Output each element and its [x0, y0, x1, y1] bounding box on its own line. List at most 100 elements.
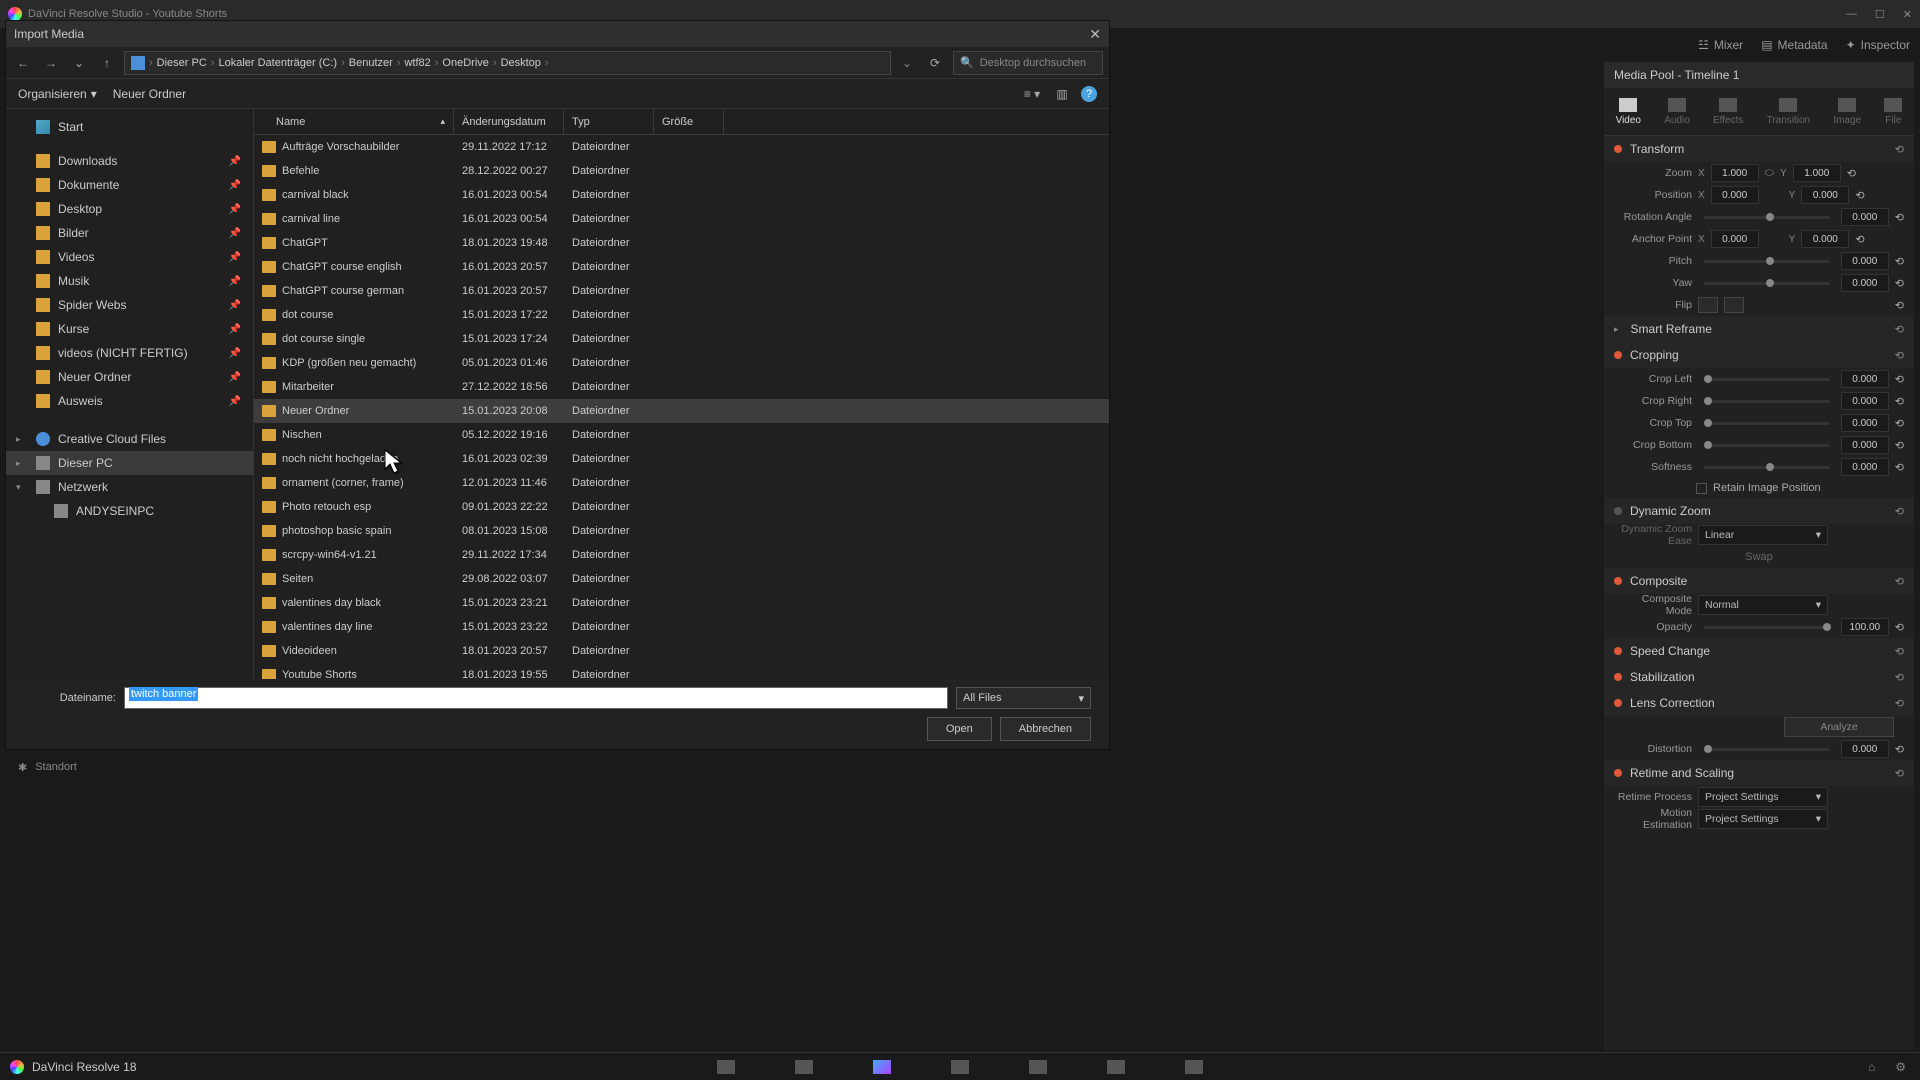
table-row[interactable]: valentines day black15.01.2023 23:21Date…: [254, 591, 1109, 615]
opacity-field[interactable]: 100.00: [1841, 618, 1889, 636]
home-icon[interactable]: ⌂: [1868, 1060, 1875, 1074]
sidebar-item[interactable]: Ausweis📌: [6, 389, 253, 413]
section-speed-change[interactable]: Speed Change⟲: [1604, 638, 1914, 664]
reset-icon[interactable]: ⟲: [1895, 645, 1904, 658]
filename-input[interactable]: twitch banner: [124, 687, 948, 709]
edit-page-icon[interactable]: [873, 1060, 891, 1074]
anchor-y-field[interactable]: 0.000: [1801, 230, 1849, 248]
sidebar-creative-cloud[interactable]: ▸Creative Cloud Files: [6, 427, 253, 451]
sidebar-item[interactable]: Downloads📌: [6, 149, 253, 173]
reset-icon[interactable]: ⟲: [1895, 211, 1904, 224]
crop-right-field[interactable]: 0.000: [1841, 392, 1889, 410]
preview-pane-button[interactable]: ▥: [1051, 83, 1073, 105]
flip-v-button[interactable]: [1724, 297, 1744, 313]
softness-slider[interactable]: [1704, 466, 1829, 469]
sidebar-network[interactable]: ▾Netzwerk: [6, 475, 253, 499]
tab-transition[interactable]: Transition: [1767, 98, 1811, 126]
filetype-filter[interactable]: All Files▾: [956, 687, 1091, 709]
section-cropping[interactable]: Cropping⟲: [1604, 342, 1914, 368]
sidebar-item[interactable]: Musik📌: [6, 269, 253, 293]
forward-button[interactable]: →: [40, 52, 62, 74]
file-list[interactable]: Aufträge Vorschaubilder29.11.2022 17:12D…: [254, 135, 1109, 679]
pitch-field[interactable]: 0.000: [1841, 252, 1889, 270]
table-row[interactable]: carnival line16.01.2023 00:54Dateiordner: [254, 207, 1109, 231]
reset-icon[interactable]: ⟲: [1895, 621, 1904, 634]
table-row[interactable]: dot course15.01.2023 17:22Dateiordner: [254, 303, 1109, 327]
tab-effects[interactable]: Effects: [1713, 98, 1743, 126]
crop-bottom-slider[interactable]: [1704, 444, 1829, 447]
close-icon[interactable]: ✕: [1089, 26, 1101, 43]
table-row[interactable]: Aufträge Vorschaubilder29.11.2022 17:12D…: [254, 135, 1109, 159]
help-icon[interactable]: ?: [1081, 86, 1097, 102]
sidebar-start[interactable]: Start: [6, 115, 253, 139]
table-row[interactable]: ChatGPT course english16.01.2023 20:57Da…: [254, 255, 1109, 279]
section-composite[interactable]: Composite⟲: [1604, 568, 1914, 594]
standort-item[interactable]: ✱ Standort: [10, 755, 85, 779]
reset-icon[interactable]: ⟲: [1895, 255, 1904, 268]
anchor-x-field[interactable]: 0.000: [1711, 230, 1759, 248]
yaw-field[interactable]: 0.000: [1841, 274, 1889, 292]
sidebar-item[interactable]: videos (NICHT FERTIG)📌: [6, 341, 253, 365]
softness-field[interactable]: 0.000: [1841, 458, 1889, 476]
sidebar-item[interactable]: Bilder📌: [6, 221, 253, 245]
retime-process-dropdown[interactable]: Project Settings▾: [1698, 787, 1828, 807]
table-row[interactable]: Nischen05.12.2022 19:16Dateiordner: [254, 423, 1109, 447]
sidebar-item[interactable]: Desktop📌: [6, 197, 253, 221]
crop-left-field[interactable]: 0.000: [1841, 370, 1889, 388]
col-date[interactable]: Änderungsdatum: [454, 109, 564, 134]
retain-image-checkbox[interactable]: Retain Image Position: [1604, 478, 1914, 498]
pitch-slider[interactable]: [1704, 260, 1829, 263]
refresh-button[interactable]: ⟳: [923, 56, 947, 70]
tab-audio[interactable]: Audio: [1664, 98, 1690, 126]
settings-icon[interactable]: ⚙: [1895, 1060, 1906, 1074]
mixer-button[interactable]: ☳Mixer: [1698, 38, 1743, 52]
crop-left-slider[interactable]: [1704, 378, 1829, 381]
organize-menu[interactable]: Organisieren ▾: [18, 87, 97, 101]
table-row[interactable]: scrcpy-win64-v1.2129.11.2022 17:34Dateio…: [254, 543, 1109, 567]
motion-estimation-dropdown[interactable]: Project Settings▾: [1698, 809, 1828, 829]
pos-x-field[interactable]: 0.000: [1711, 186, 1759, 204]
col-size[interactable]: Größe: [654, 109, 724, 134]
crop-bottom-field[interactable]: 0.000: [1841, 436, 1889, 454]
rotation-field[interactable]: 0.000: [1841, 208, 1889, 226]
maximize-icon[interactable]: ☐: [1875, 8, 1885, 21]
close-window-icon[interactable]: ✕: [1903, 8, 1912, 21]
view-mode-dropdown[interactable]: ≡ ▾: [1021, 83, 1043, 105]
table-row[interactable]: photoshop basic spain08.01.2023 15:08Dat…: [254, 519, 1109, 543]
table-row[interactable]: ChatGPT18.01.2023 19:48Dateiordner: [254, 231, 1109, 255]
recent-dropdown[interactable]: ⌄: [68, 52, 90, 74]
sidebar-item[interactable]: Dokumente📌: [6, 173, 253, 197]
crop-top-field[interactable]: 0.000: [1841, 414, 1889, 432]
tab-file[interactable]: File: [1884, 98, 1902, 126]
reset-icon[interactable]: ⟲: [1895, 395, 1904, 408]
distortion-slider[interactable]: [1704, 748, 1829, 751]
table-row[interactable]: valentines day line15.01.2023 23:22Datei…: [254, 615, 1109, 639]
minimize-icon[interactable]: —: [1846, 8, 1857, 21]
reset-icon[interactable]: ⟲: [1895, 299, 1904, 312]
crop-right-slider[interactable]: [1704, 400, 1829, 403]
fusion-page-icon[interactable]: [951, 1060, 969, 1074]
back-button[interactable]: ←: [12, 52, 34, 74]
section-smart-reframe[interactable]: ▸Smart Reframe⟲: [1604, 316, 1914, 342]
col-type[interactable]: Typ: [564, 109, 654, 134]
table-row[interactable]: Seiten29.08.2022 03:07Dateiordner: [254, 567, 1109, 591]
reset-icon[interactable]: ⟲: [1895, 767, 1904, 780]
search-input[interactable]: 🔍 Desktop durchsuchen: [953, 51, 1103, 75]
cancel-button[interactable]: Abbrechen: [1000, 717, 1091, 741]
composite-mode-dropdown[interactable]: Normal▾: [1698, 595, 1828, 615]
breadcrumb-dropdown[interactable]: ⌄: [897, 56, 917, 70]
reset-icon[interactable]: ⟲: [1895, 697, 1904, 710]
section-lens-correction[interactable]: Lens Correction⟲: [1604, 690, 1914, 716]
rotation-slider[interactable]: [1704, 216, 1829, 219]
reset-icon[interactable]: ⟲: [1895, 373, 1904, 386]
sidebar-item[interactable]: Neuer Ordner📌: [6, 365, 253, 389]
reset-icon[interactable]: ⟲: [1895, 743, 1904, 756]
reset-icon[interactable]: ⟲: [1895, 417, 1904, 430]
distortion-field[interactable]: 0.000: [1841, 740, 1889, 758]
section-dynamic-zoom[interactable]: Dynamic Zoom⟲: [1604, 498, 1914, 524]
reset-icon[interactable]: ⟲: [1895, 505, 1904, 518]
open-button[interactable]: Open: [927, 717, 992, 741]
table-row[interactable]: Photo retouch esp09.01.2023 22:22Dateior…: [254, 495, 1109, 519]
reset-icon[interactable]: ⟲: [1895, 461, 1904, 474]
up-button[interactable]: ↑: [96, 52, 118, 74]
